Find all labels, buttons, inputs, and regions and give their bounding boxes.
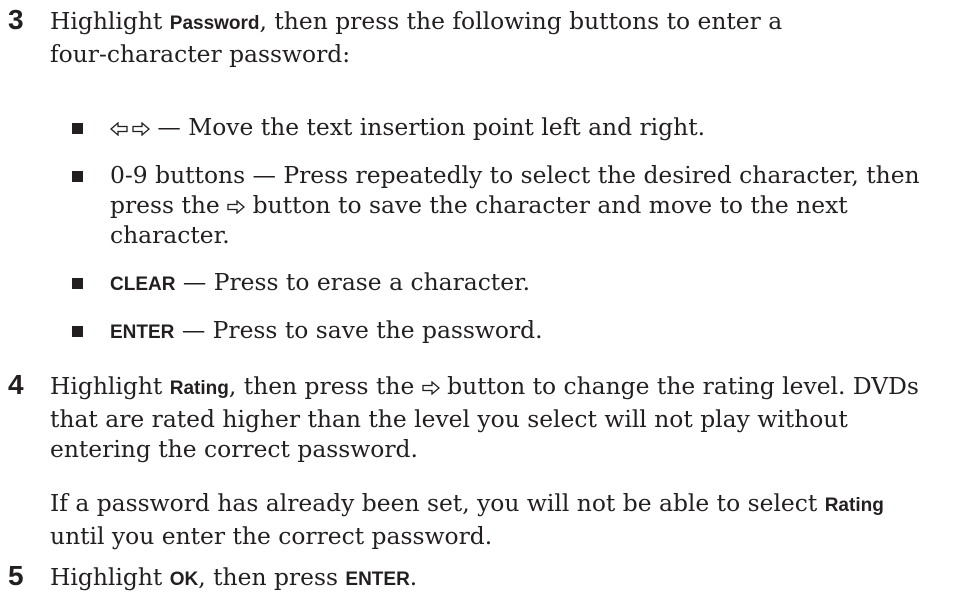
manual-page: 3 Highlight Password, then press the fol…	[0, 0, 973, 601]
bullet-text: — Move the text insertion point left and…	[110, 112, 960, 142]
step-line: Highlight OK, then press ENTER.	[50, 562, 960, 595]
text-run: press the	[110, 191, 228, 219]
button-name-enter: ENTER	[110, 322, 175, 343]
note-line: If a password has already been set, you …	[50, 488, 960, 521]
text-run: — Press to erase a character.	[175, 268, 531, 296]
button-name-clear: CLEAR	[110, 274, 176, 295]
button-name-ok: OK	[169, 569, 199, 590]
bullet-text: ENTER — Press to save the password.	[110, 315, 960, 348]
step-number: 4	[8, 369, 24, 400]
text-run: button to change the rating level. DVDs	[439, 372, 919, 400]
text-run: — Press to save the password.	[174, 316, 543, 344]
step-line: Highlight Password, then press the follo…	[50, 6, 960, 39]
bullet-line: 0-9 buttons — Press repeatedly to select…	[110, 161, 920, 189]
step-number: 5	[8, 560, 24, 591]
button-name-password: Password	[169, 13, 260, 34]
step-line: four-character password:	[50, 40, 351, 68]
bullet-line: press the button to save the character a…	[110, 190, 960, 220]
step-line: entering the correct password.	[50, 435, 418, 463]
text-run: If a password has already been set, you …	[50, 489, 825, 517]
text-run: — Move the text insertion point left and…	[150, 113, 706, 141]
bullet-text: CLEAR — Press to erase a character.	[110, 267, 960, 300]
step-text: Highlight OK, then press ENTER.	[50, 562, 960, 595]
note-line: until you enter the correct password.	[50, 522, 493, 550]
bullet-line: character.	[110, 221, 230, 249]
step-number: 3	[8, 4, 24, 35]
step-text: Highlight Rating, then press the button …	[50, 371, 960, 464]
text-run: .	[409, 563, 418, 591]
text-run: button to save the character and move to…	[245, 191, 848, 219]
text-run: , then press the	[228, 372, 422, 400]
text-run: Highlight	[50, 7, 170, 35]
button-name-enter: ENTER	[345, 569, 410, 590]
bullet-text: 0-9 buttons — Press repeatedly to select…	[110, 160, 960, 250]
right-arrow-outline-icon	[227, 200, 246, 214]
note-text: If a password has already been set, you …	[50, 488, 960, 551]
bullet-square-icon	[72, 123, 83, 134]
text-run: , then press	[198, 563, 346, 591]
right-arrow-outline-icon	[422, 381, 440, 395]
bullet-square-icon	[72, 171, 83, 182]
text-run: Highlight	[50, 563, 170, 591]
button-name-rating: Rating	[169, 378, 229, 399]
bullet-square-icon	[72, 278, 83, 289]
step-line: that are rated higher than the level you…	[50, 405, 848, 433]
text-run: , then press the following buttons to en…	[259, 7, 783, 35]
step-text: Highlight Password, then press the follo…	[50, 6, 960, 69]
button-name-rating: Rating	[824, 495, 884, 516]
bullet-square-icon	[72, 326, 83, 337]
text-run: Highlight	[50, 372, 170, 400]
step-line: Highlight Rating, then press the button …	[50, 371, 960, 404]
left-right-arrows-icon	[110, 113, 150, 137]
